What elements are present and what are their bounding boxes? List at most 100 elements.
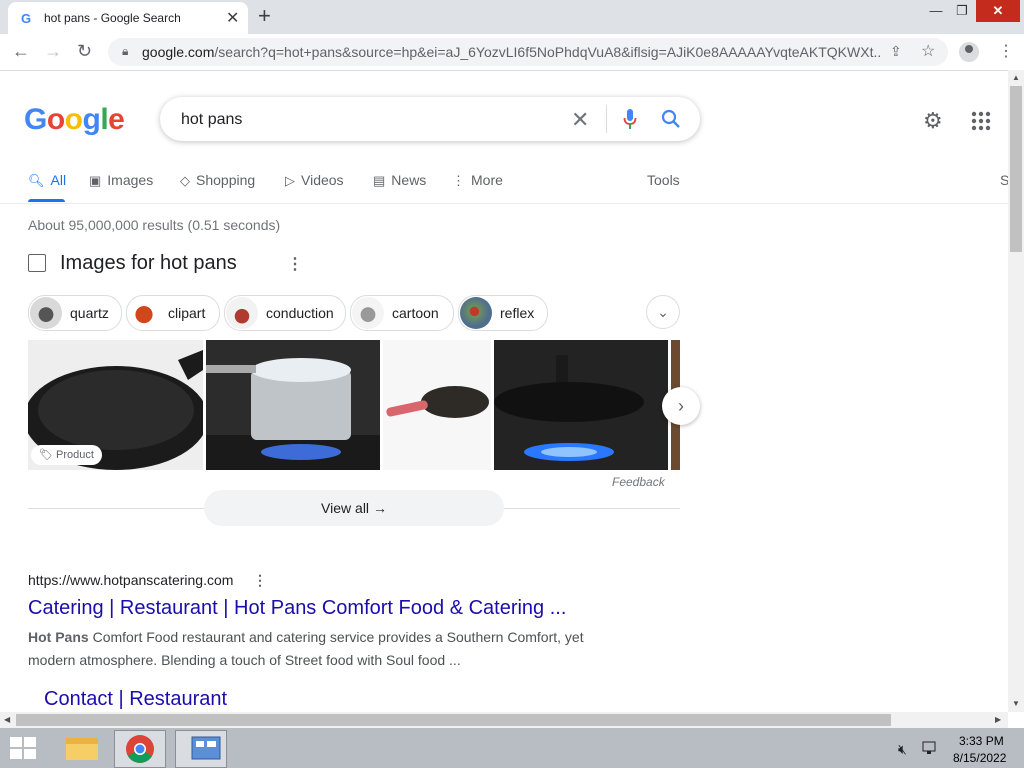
folder-icon: [66, 738, 98, 760]
chip-thumb: [460, 297, 492, 329]
clear-search-icon[interactable]: ✕: [571, 107, 589, 133]
reload-icon[interactable]: ↻: [77, 41, 92, 62]
chip-label: reflex: [500, 305, 535, 321]
result-stats: About 95,000,000 results (0.51 seconds): [28, 217, 281, 233]
new-tab-button[interactable]: +: [258, 3, 271, 29]
minimize-button[interactable]: —: [922, 0, 950, 22]
chip-label: cartoon: [392, 305, 439, 321]
search-magnifier-icon[interactable]: [660, 108, 682, 130]
file-explorer-taskbar-button[interactable]: [57, 730, 107, 766]
share-icon[interactable]: ⇪: [890, 43, 902, 60]
scroll-left-arrow-icon[interactable]: ◀: [4, 715, 10, 724]
window-close-button[interactable]: ✕: [976, 0, 1020, 22]
play-icon: ▷: [285, 173, 295, 188]
chip-clipart[interactable]: clipart: [126, 295, 220, 331]
forward-arrow-icon[interactable]: →: [44, 41, 62, 62]
url-path: /search?q=hot+pans&source=hp&ei=aJ_6Yozv…: [214, 44, 880, 60]
search-input[interactable]: hot pans: [181, 111, 242, 129]
network-icon[interactable]: [922, 741, 936, 755]
chip-thumb: [352, 297, 384, 329]
arrow-right-icon: →: [372, 500, 387, 516]
news-icon: ▤: [373, 173, 386, 188]
view-all-button[interactable]: View all →: [204, 490, 504, 526]
tab-close-icon[interactable]: ✕: [226, 8, 239, 28]
url-text[interactable]: google.com/search?q=hot+pans&source=hp&e…: [142, 44, 880, 60]
chrome-taskbar-button[interactable]: [114, 730, 166, 768]
pan-on-flame-image: [494, 355, 644, 461]
product-badge-label: Product: [56, 449, 94, 461]
snippet-text: Comfort Food restaurant and catering ser…: [28, 629, 584, 668]
chip-thumb: [30, 297, 62, 329]
tab-images[interactable]: ▣ Images: [89, 172, 153, 189]
snippet-bold: Hot Pans: [28, 629, 89, 645]
vertical-scroll-thumb[interactable]: [1010, 86, 1022, 252]
voice-search-mic-icon[interactable]: [623, 108, 637, 130]
images-more-options-icon[interactable]: ⋮: [287, 254, 303, 274]
image-result-pot-on-stove[interactable]: [206, 340, 380, 470]
bookmark-star-icon[interactable]: ☆: [921, 41, 935, 61]
volume-muted-icon[interactable]: 🔇︎: [898, 741, 907, 758]
nav-divider: [0, 203, 1008, 204]
chip-thumb: [226, 297, 258, 329]
chip-cartoon[interactable]: cartoon: [350, 295, 454, 331]
tab-news-label: News: [391, 172, 427, 188]
settings-gear-icon[interactable]: ⚙: [923, 108, 943, 134]
tab-news[interactable]: ▤ News: [373, 172, 426, 189]
chip-label: conduction: [266, 305, 334, 321]
profile-avatar-icon[interactable]: [959, 42, 979, 62]
chip-conduction[interactable]: conduction: [224, 295, 346, 331]
search-divider: [606, 105, 607, 133]
tab-images-label: Images: [107, 172, 154, 188]
tab-shopping[interactable]: ◇ Shopping: [180, 172, 255, 189]
tools-button[interactable]: Tools: [647, 172, 680, 188]
more-dots-icon: ⋮: [452, 173, 465, 188]
tab-title: hot pans - Google Search: [44, 11, 181, 25]
result-url[interactable]: https://www.hotpanscatering.com: [28, 572, 233, 588]
scroll-up-arrow-icon[interactable]: ▲: [1012, 73, 1020, 82]
tab-more-label: More: [471, 172, 503, 188]
chip-reflex[interactable]: reflex: [458, 295, 548, 331]
chrome-menu-icon[interactable]: ⋮: [998, 41, 1014, 61]
frying-pan-image: [386, 386, 489, 418]
tab-all[interactable]: 🔍︎ All: [28, 172, 66, 189]
feedback-link[interactable]: Feedback: [612, 475, 665, 489]
search-icon: 🔍︎: [28, 173, 45, 188]
tab-videos-label: Videos: [301, 172, 344, 188]
scroll-right-arrow-icon[interactable]: ▶: [995, 715, 1001, 724]
result-snippet: Hot Pans Comfort Food restaurant and cat…: [28, 626, 598, 672]
image-result-frying-pan[interactable]: [383, 340, 491, 470]
scroll-down-arrow-icon[interactable]: ▼: [1012, 699, 1020, 708]
chevron-right-icon[interactable]: ›: [662, 387, 700, 425]
chrome-icon: [126, 735, 154, 763]
back-arrow-icon[interactable]: ←: [12, 41, 30, 62]
result-sitelink[interactable]: Contact | Restaurant: [44, 688, 227, 711]
tab-shopping-label: Shopping: [196, 172, 256, 188]
chip-label: quartz: [70, 305, 109, 321]
chip-quartz[interactable]: quartz: [28, 295, 122, 331]
browser-tab[interactable]: G hot pans - Google Search ✕: [8, 2, 248, 34]
tag-icon: ◇: [180, 173, 190, 188]
lock-icon[interactable]: 🔒︎: [122, 44, 128, 59]
result-title-link[interactable]: Catering | Restaurant | Hot Pans Comfort…: [28, 597, 566, 620]
clock-time[interactable]: 3:33 PM: [959, 734, 1004, 748]
control-panel-icon: [191, 736, 221, 760]
google-logo[interactable]: Google: [24, 103, 125, 137]
chip-label: clipart: [168, 305, 206, 321]
image-result-pan-on-gas-flame[interactable]: [494, 340, 668, 470]
pot-on-stove-image: [206, 358, 380, 470]
clock-date[interactable]: 8/15/2022: [953, 751, 1006, 765]
control-panel-taskbar-button[interactable]: [175, 730, 227, 768]
tab-all-label: All: [50, 172, 67, 188]
windows-start-icon[interactable]: [8, 735, 38, 761]
restore-button[interactable]: ❐: [950, 0, 974, 22]
google-apps-grid-icon[interactable]: [971, 111, 991, 131]
active-tab-underline: [28, 199, 65, 202]
horizontal-scroll-thumb[interactable]: [16, 714, 891, 726]
chip-thumb: [128, 297, 160, 329]
tab-videos[interactable]: ▷ Videos: [285, 172, 344, 189]
result-more-options-icon[interactable]: ⋮: [253, 572, 267, 589]
chevron-down-icon[interactable]: ⌄: [646, 295, 680, 329]
tab-more[interactable]: ⋮ More: [452, 172, 503, 189]
images-section-heading[interactable]: Images for hot pans: [60, 252, 237, 275]
view-all-label: View all: [321, 500, 370, 516]
